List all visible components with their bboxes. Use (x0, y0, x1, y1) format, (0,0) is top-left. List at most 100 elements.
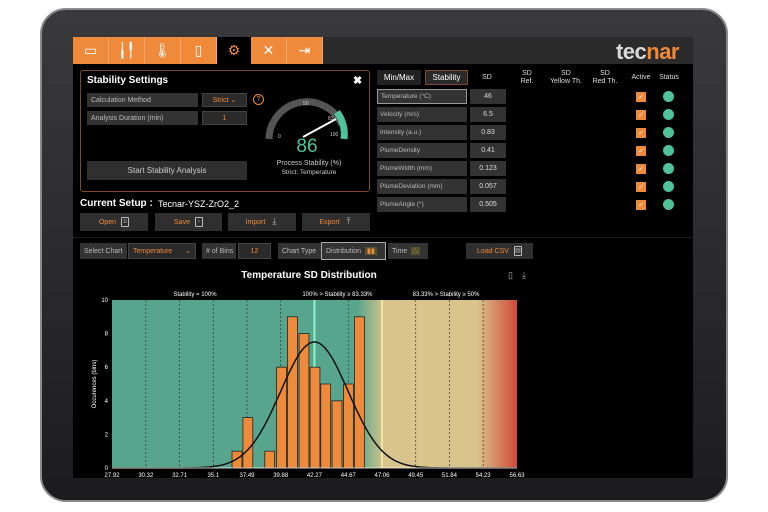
gear-icon[interactable]: ⚙ (217, 37, 251, 64)
status-indicator (663, 181, 674, 192)
status-indicator (663, 109, 674, 120)
tab-min-max[interactable]: Min/Max (377, 70, 421, 85)
chart-title: Temperature SD Distribution (241, 270, 377, 281)
active-checkbox[interactable]: ✓ (636, 92, 646, 102)
histogram-bar (320, 383, 332, 469)
histogram-bar (264, 450, 276, 469)
gauge-value: 86 (296, 136, 318, 157)
gauge-subcaption: Strict: Temperature (281, 169, 337, 176)
status-indicator (663, 199, 674, 210)
file-icon: ≡ (121, 217, 130, 227)
y-tick-label: 0 (105, 466, 109, 472)
row-label[interactable]: Intensity (a.u.) (377, 125, 467, 140)
x-tick-label: 42.27 (307, 473, 323, 477)
zone-label: 83.33% > Stability ≥ 50% (413, 292, 480, 298)
duration-input[interactable]: 1 (202, 111, 247, 125)
active-checkbox[interactable]: ✓ (636, 128, 646, 138)
report-icon[interactable]: ▯ (181, 37, 217, 64)
chart-type-label: Chart Type (278, 243, 321, 259)
x-tick-label: 37.49 (239, 473, 255, 477)
header-active: Active (631, 74, 651, 81)
status-indicator (663, 127, 674, 138)
histogram-bar (354, 316, 365, 469)
time-button[interactable]: Time ∴ (388, 243, 428, 259)
row-label[interactable]: Velocity (m/s) (377, 107, 467, 122)
x-tick-label: 27.92 (104, 473, 120, 477)
select-chart-dropdown[interactable]: Temperature ⌄ (128, 243, 196, 259)
document-icon[interactable]: ▯ (508, 270, 513, 281)
row-label[interactable]: PlumeAngle (°) (377, 197, 467, 212)
import-button[interactable]: Import ⤓ (228, 213, 296, 231)
close-icon[interactable]: ✖ (353, 74, 362, 87)
row-sd-value: 0.83 (470, 125, 506, 140)
histogram-bar (242, 417, 254, 469)
x-tick-label: 32.71 (172, 473, 188, 477)
active-checkbox[interactable]: ✓ (636, 164, 646, 174)
header-sd-yellow: SD Yellow Th. (550, 70, 582, 85)
floppy-icon: ▫ (194, 217, 203, 227)
row-sd-value: 6.5 (470, 107, 506, 122)
header-sd: SD (482, 74, 492, 81)
tab-stability[interactable]: Stability (425, 70, 468, 85)
chevron-down-icon: ⌄ (185, 248, 191, 255)
bins-input[interactable]: 12 (238, 243, 271, 259)
chart-icon[interactable]: ╽╿ (109, 37, 145, 64)
calc-method-label: Calculation Method (87, 93, 198, 107)
row-label[interactable]: PlumeDeviation (mm) (377, 179, 467, 194)
row-label[interactable]: PlumeWidth (mm) (377, 161, 467, 176)
distribution-button[interactable]: Distribution ▮▮ (321, 242, 386, 260)
status-indicator (663, 91, 674, 102)
save-button[interactable]: Save ▫ (155, 213, 222, 231)
row-sd-value: 0.505 (470, 197, 506, 212)
import-icon: ⤓ (272, 216, 277, 226)
y-tick-label: 8 (105, 332, 109, 338)
select-chart-label: Select Chart (80, 243, 127, 259)
current-setup-label: Current Setup : (80, 198, 153, 209)
x-tick-label: 44.67 (341, 473, 357, 477)
header-status: Status (659, 74, 679, 81)
status-indicator (663, 163, 674, 174)
zone-label: 100% > Stability ≥ 83.33% (302, 292, 373, 298)
current-setup-name: Tecnar-YSZ-ZrO2_2 (158, 199, 240, 209)
row-sd-value: 46 (470, 89, 506, 104)
logout-icon[interactable]: ⇥ (287, 37, 323, 64)
start-analysis-button[interactable]: Start Stability Analysis (87, 161, 247, 180)
histogram-bar (287, 316, 298, 469)
export-button[interactable]: Export ⤒ (302, 213, 370, 231)
histogram-bar (331, 400, 343, 469)
x-tick-label: 35.1 (207, 473, 219, 477)
distribution-chart: 27.92 30.32 32.71 35.1 37.49 39.88 42.27 44.67 4… (92, 292, 525, 477)
x-tick-label: 56.63 (509, 473, 525, 477)
gauge-caption: Process Stability (%) (276, 160, 342, 167)
screen: ▭ ╽╿ 🌡︎ ▯ ⚙ ✕ ⇥ tecnar Stability Setting… (73, 37, 693, 478)
duration-label: Analysis Duration (min) (87, 111, 198, 125)
video-camera-icon[interactable]: ▭ (73, 37, 109, 64)
header-sd-red: SD Red Th. (592, 70, 618, 85)
tecnar-logo: tecnar (615, 39, 680, 64)
calc-method-select[interactable]: Strict ⌄ (202, 93, 247, 107)
top-nav: ▭ ╽╿ 🌡︎ ▯ ⚙ ✕ ⇥ tecnar (73, 37, 693, 64)
x-tick-label: 39.88 (273, 473, 289, 477)
thermometer-icon[interactable]: 🌡︎ (145, 37, 181, 64)
x-tick-label: 49.45 (408, 473, 424, 477)
gauge-tick-50: 50 (303, 101, 309, 107)
tools-icon[interactable]: ✕ (251, 37, 287, 64)
load-csv-button[interactable]: Load CSV ▤ (466, 243, 533, 259)
row-sd-value: 0.41 (470, 143, 506, 158)
zone-label: Stability = 100% (173, 292, 217, 298)
open-button[interactable]: Open ≡ (80, 213, 148, 231)
row-label[interactable]: PlumeDensity (377, 143, 467, 158)
download-icon[interactable]: ⤓ (522, 270, 526, 281)
active-checkbox[interactable]: ✓ (636, 146, 646, 156)
active-checkbox[interactable]: ✓ (636, 200, 646, 210)
y-tick-label: 2 (105, 432, 109, 438)
active-checkbox[interactable]: ✓ (636, 182, 646, 192)
active-checkbox[interactable]: ✓ (636, 110, 646, 120)
histogram-bar (343, 383, 354, 469)
row-label[interactable]: Temperature (°C) (377, 89, 467, 104)
scatter-icon: ∴ (411, 247, 420, 255)
header-sd-ref: SD Ref. (520, 70, 534, 85)
bar-chart-icon: ▮▮ (365, 247, 377, 255)
export-icon: ⤒ (346, 216, 351, 226)
csv-file-icon: ▤ (513, 246, 522, 256)
